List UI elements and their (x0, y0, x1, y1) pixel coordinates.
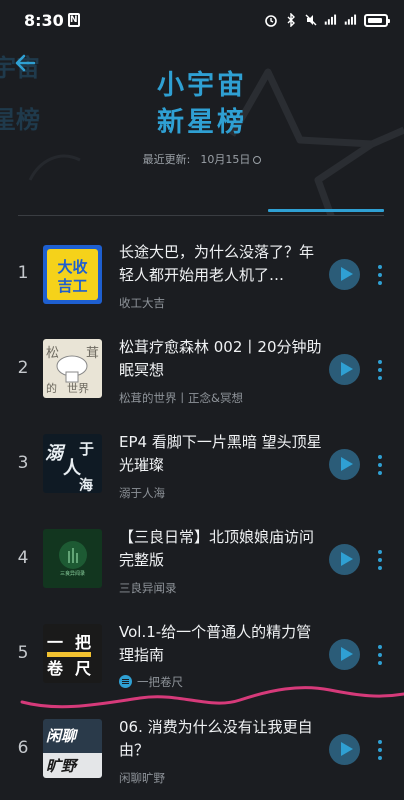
tab-indicator (268, 209, 384, 212)
svg-text:把: 把 (75, 633, 91, 652)
podcast-name[interactable]: 一把卷尺 (119, 674, 319, 690)
list-item[interactable]: 3 溺 于 人 海 EP4 看脚下一片黑暗 望头顶星光璀璨 溺于人海 (0, 418, 404, 513)
svg-text:松: 松 (46, 346, 59, 361)
mute-icon (305, 14, 317, 26)
page-title-line1: 小宇宙 (157, 70, 247, 101)
list-item[interactable]: 1 大收 吉工 长途大巴，为什么没落了？年轻人都开始用老人机了… 收工大吉 (0, 228, 404, 323)
episode-title[interactable]: 松茸疗愈森林 002丨20分钟助眠冥想 (119, 336, 324, 382)
svg-text:三良异闻录: 三良异闻录 (60, 570, 85, 577)
bluetooth-icon (287, 13, 295, 27)
nfc-icon: N (67, 13, 80, 27)
rank-number: 5 (17, 643, 29, 663)
rank-number: 2 (17, 358, 29, 378)
episode-cover[interactable]: 溺 于 人 海 (43, 434, 102, 493)
more-options-icon[interactable] (373, 454, 387, 476)
svg-text:世界: 世界 (67, 382, 89, 395)
svg-text:尺: 尺 (75, 659, 91, 678)
svg-text:一: 一 (47, 633, 63, 652)
signal-icon-2 (344, 14, 357, 25)
list-item[interactable]: 4 三良异闻录 【三良日常】北顶娘娘庙访问完整版 三良异闻录 (0, 513, 404, 608)
play-button[interactable] (329, 449, 360, 480)
status-icons (264, 13, 390, 27)
rank-number: 3 (17, 453, 29, 473)
episode-cover[interactable]: 大收 吉工 (43, 245, 102, 304)
last-updated-label: 最近更新: (142, 153, 191, 166)
episode-cover[interactable]: 松 茸 的 世界 (43, 339, 102, 398)
last-updated: 最近更新: 10月15日 (0, 151, 404, 167)
play-button[interactable] (329, 259, 360, 290)
episode-cover[interactable]: 一 把 卷 尺 (43, 624, 102, 683)
more-options-icon[interactable] (373, 359, 387, 381)
rank-number: 1 (17, 263, 29, 283)
svg-text:海: 海 (79, 477, 93, 493)
podcast-name[interactable]: 松茸的世界丨正念&冥想 (119, 390, 319, 406)
status-time: 8:30 (24, 10, 64, 30)
info-icon[interactable] (253, 156, 262, 164)
svg-text:卷: 卷 (46, 659, 64, 678)
rank-number: 6 (17, 738, 29, 758)
episode-cover[interactable]: 闲聊 旷野 (43, 719, 102, 778)
svg-text:的: 的 (46, 381, 57, 395)
svg-text:于: 于 (79, 440, 94, 458)
ranking-header: 宇宙 星榜 小宇宙 新星榜 最近更新: 10月15日 (0, 40, 404, 215)
play-button[interactable] (329, 354, 360, 385)
episode-cover[interactable]: 三良异闻录 (43, 529, 102, 588)
svg-text:旷野: 旷野 (46, 757, 79, 775)
list-item[interactable]: 5 一 把 卷 尺 Vol.1-给一个普通人的精力管理指南 一把卷尺 (0, 608, 404, 703)
svg-text:闲聊: 闲聊 (46, 727, 79, 745)
podcast-name[interactable]: 收工大吉 (119, 295, 319, 311)
play-button[interactable] (329, 734, 360, 765)
podcast-name[interactable]: 三良异闻录 (119, 580, 319, 596)
play-button[interactable] (329, 639, 360, 670)
status-bar: 8:30 N (0, 0, 404, 40)
page-title-line2: 新星榜 (157, 107, 247, 138)
episode-title[interactable]: 长途大巴，为什么没落了？年轻人都开始用老人机了… (119, 241, 324, 287)
more-options-icon[interactable] (373, 739, 387, 761)
more-options-icon[interactable] (373, 549, 387, 571)
podcast-name[interactable]: 溺于人海 (119, 485, 319, 501)
episode-title[interactable]: Vol.1-给一个普通人的精力管理指南 (119, 621, 324, 667)
play-button[interactable] (329, 544, 360, 575)
svg-text:吉工: 吉工 (57, 277, 87, 295)
episode-title[interactable]: EP4 看脚下一片黑暗 望头顶星光璀璨 (119, 431, 324, 477)
svg-text:大收: 大收 (57, 258, 87, 276)
header-divider (18, 215, 384, 216)
battery-icon (364, 13, 390, 27)
episode-title[interactable]: 06. 消费为什么没有让我更自由？ (119, 716, 324, 762)
svg-text:茸: 茸 (86, 346, 99, 361)
podcast-icon (119, 675, 132, 688)
more-options-icon[interactable] (373, 264, 387, 286)
more-options-icon[interactable] (373, 644, 387, 666)
svg-text:人: 人 (63, 458, 82, 479)
list-item[interactable]: 2 松 茸 的 世界 松茸疗愈森林 002丨20分钟助眠冥想 松茸的世界丨正念&… (0, 323, 404, 418)
signal-icon (324, 14, 337, 25)
last-updated-date: 10月15日 (200, 151, 262, 167)
podcast-name[interactable]: 闲聊旷野 (119, 770, 319, 786)
list-item[interactable]: 6 闲聊 旷野 06. 消费为什么没有让我更自由？ 闲聊旷野 (0, 703, 404, 798)
episode-title[interactable]: 【三良日常】北顶娘娘庙访问完整版 (119, 526, 324, 572)
alarm-icon (265, 15, 277, 27)
rank-number: 4 (17, 548, 29, 568)
